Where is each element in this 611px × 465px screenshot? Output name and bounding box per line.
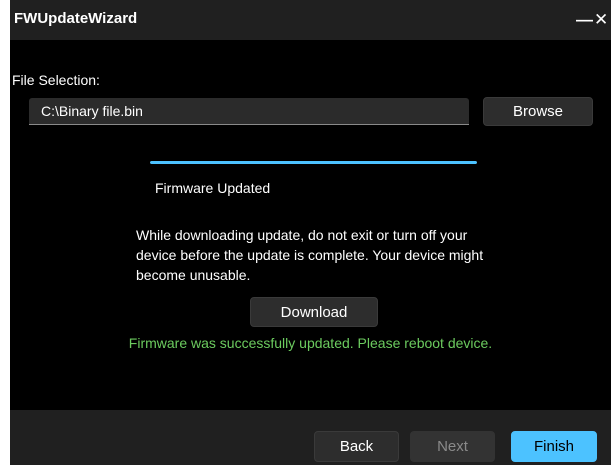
finish-button[interactable]: Finish [511,431,597,462]
back-button[interactable]: Back [314,431,399,462]
progress-bar [150,161,477,164]
progress-bar-fill [150,161,477,164]
title-bar: FWUpdateWizard — ✕ [10,0,611,40]
file-selection-label: File Selection: [12,72,100,88]
browse-button[interactable]: Browse [483,97,593,126]
status-message: Firmware was successfully updated. Pleas… [128,335,493,351]
progress-label: Firmware Updated [155,180,271,196]
minimize-icon[interactable]: — [576,10,593,30]
download-button[interactable]: Download [250,297,378,327]
footer-bar: Back Next Finish [10,410,611,465]
wizard-window: FWUpdateWizard — ✕ File Selection: Brows… [10,0,611,465]
file-path-input[interactable] [29,98,469,125]
window-title: FWUpdateWizard [14,10,138,27]
wizard-content: File Selection: Browse Firmware Updated … [10,40,611,410]
close-icon[interactable]: ✕ [594,10,608,30]
warning-message: While downloading update, do not exit or… [136,227,484,283]
next-button[interactable]: Next [410,431,495,462]
